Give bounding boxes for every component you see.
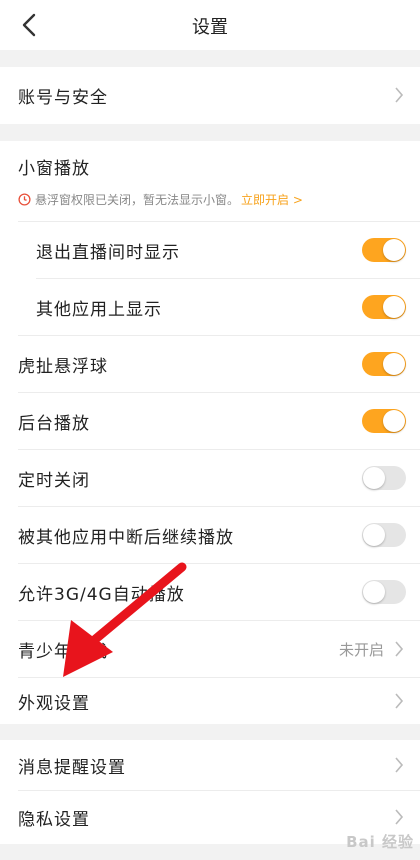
timer-close-toggle[interactable] <box>362 466 406 490</box>
teen-mode-label: 青少年模式 <box>18 641 108 662</box>
account-security-label: 账号与安全 <box>18 88 108 108</box>
setting-label: 定时关闭 <box>18 470 90 491</box>
privacy-settings-label: 隐私设置 <box>18 810 90 830</box>
account-security-row[interactable]: 账号与安全 <box>0 67 420 124</box>
pip-permission-warning: 悬浮窗权限已关闭，暂无法显示小窗。 立即开启 > <box>18 191 303 208</box>
background-play-toggle[interactable] <box>362 409 406 433</box>
resume-after-interrupt-toggle[interactable] <box>362 523 406 547</box>
setting-label: 后台播放 <box>18 413 90 434</box>
teen-mode-status: 未开启 <box>338 641 384 659</box>
warning-text: 悬浮窗权限已关闭，暂无法显示小窗。 <box>35 193 240 207</box>
pip-item-label: 其他应用上显示 <box>36 299 162 320</box>
floating-ball-toggle[interactable] <box>362 352 406 376</box>
chevron-right-icon <box>395 757 404 773</box>
account-section: 账号与安全 <box>0 67 420 124</box>
appearance-label: 外观设置 <box>18 693 90 714</box>
resume-after-interrupt-row: 被其他应用中断后继续播放 <box>0 507 420 563</box>
mobile-autoplay-toggle[interactable] <box>362 580 406 604</box>
floating-ball-row: 虎扯悬浮球 <box>0 336 420 392</box>
playback-section: 小窗播放 悬浮窗权限已关闭，暂无法显示小窗。 立即开启 > 退出直播间时显示 其… <box>0 141 420 724</box>
clock-warning-icon <box>18 193 31 206</box>
background-play-row: 后台播放 <box>0 393 420 449</box>
watermark: Bai 经验 <box>346 833 414 851</box>
chevron-right-icon <box>395 641 404 657</box>
pip-item-label: 退出直播间时显示 <box>36 242 180 263</box>
pip-title-row: 小窗播放 <box>0 141 420 191</box>
timer-close-row: 定时关闭 <box>0 450 420 506</box>
setting-label: 被其他应用中断后继续播放 <box>18 527 234 548</box>
teen-mode-row[interactable]: 青少年模式 未开启 <box>0 621 420 677</box>
top-bar: 设置 <box>0 0 420 50</box>
privacy-section: 消息提醒设置 隐私设置 <box>0 740 420 844</box>
notify-settings-label: 消息提醒设置 <box>18 757 126 778</box>
mobile-autoplay-row: 允许3G/4G自动播放 <box>0 564 420 620</box>
setting-label: 允许3G/4G自动播放 <box>18 584 185 605</box>
enable-now-link[interactable]: 立即开启 > <box>241 191 303 208</box>
exit-live-toggle[interactable] <box>362 238 406 262</box>
page-title: 设置 <box>192 17 228 38</box>
notify-settings-row[interactable]: 消息提醒设置 <box>0 740 420 790</box>
setting-label: 虎扯悬浮球 <box>18 356 108 377</box>
pip-item-other-apps: 其他应用上显示 <box>0 279 420 335</box>
other-apps-toggle[interactable] <box>362 295 406 319</box>
chevron-right-icon <box>395 87 404 103</box>
chevron-right-icon <box>395 809 404 825</box>
appearance-row[interactable]: 外观设置 <box>0 678 420 724</box>
chevron-right-icon <box>395 693 404 709</box>
pip-title: 小窗播放 <box>18 158 90 179</box>
pip-item-exit-live: 退出直播间时显示 <box>0 222 420 278</box>
